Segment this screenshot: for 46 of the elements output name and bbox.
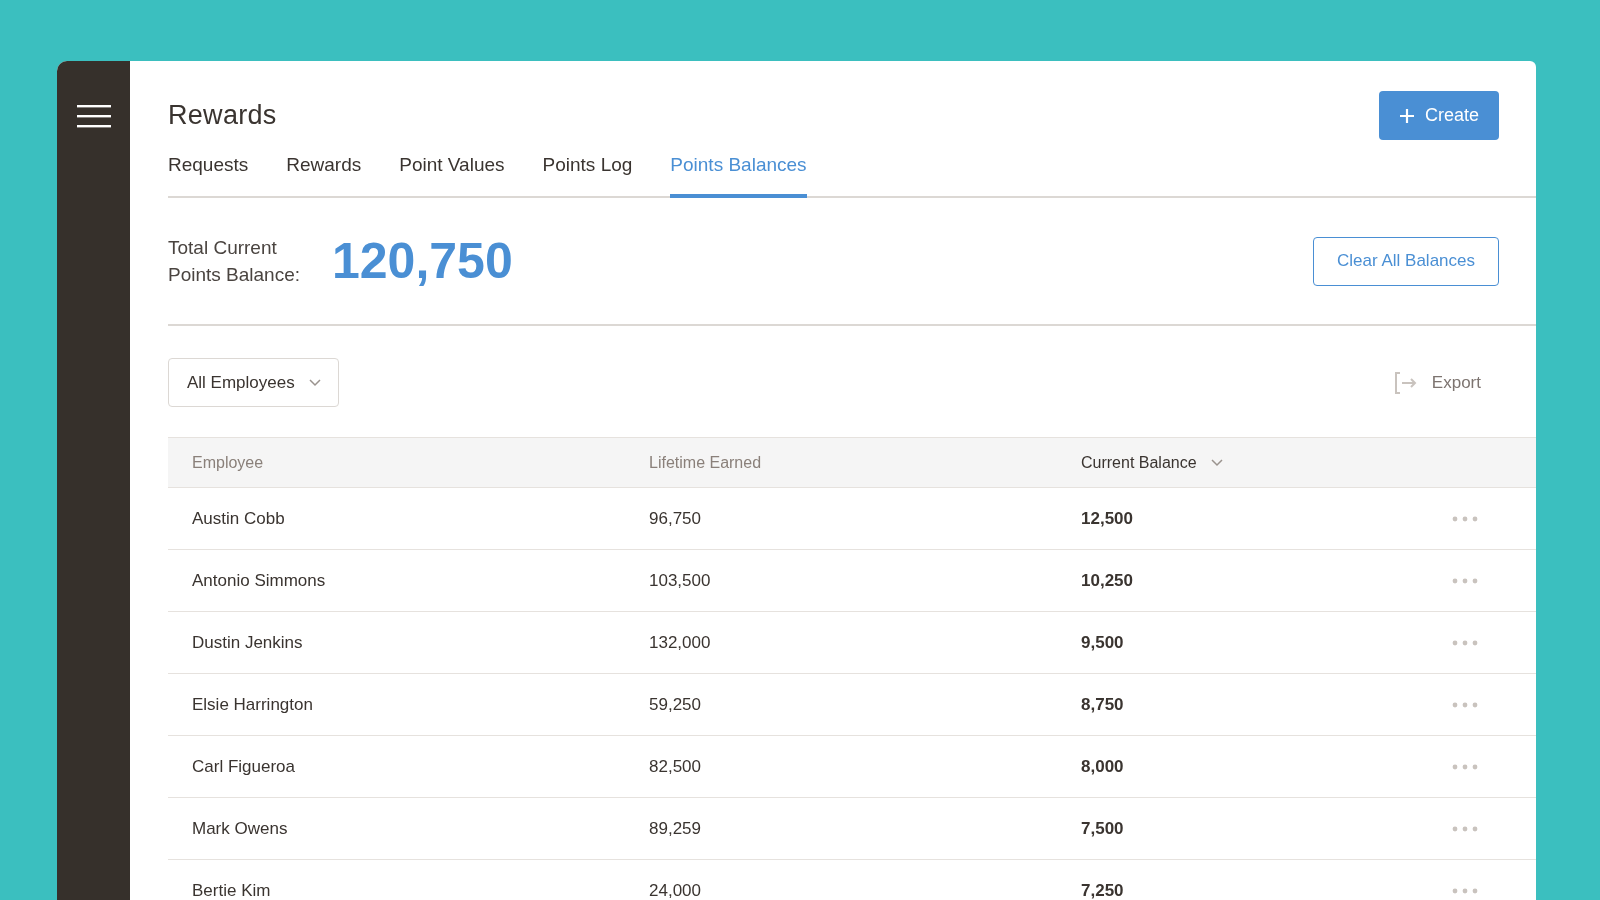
column-header[interactable]: Current Balance: [1081, 453, 1223, 472]
menu-icon[interactable]: [76, 104, 111, 128]
more-options-icon[interactable]: [1452, 639, 1478, 646]
sort-caret-icon: [1210, 458, 1223, 467]
page-title: Rewards: [168, 100, 277, 131]
total-label: Total Current Points Balance:: [168, 236, 302, 287]
employee-filter-dropdown[interactable]: All Employees: [168, 358, 339, 407]
table-cell-text: Austin Cobb: [192, 508, 286, 529]
table-cell-text: 132,000: [649, 632, 712, 653]
table-cell-text: Antonio Simmons: [192, 570, 327, 591]
chevron-down-icon: [308, 378, 321, 387]
table-cell-text: Carl Figueroa: [192, 756, 296, 777]
column-header[interactable]: Lifetime Earned: [649, 453, 762, 472]
table-cell-text: 10,250: [1081, 570, 1134, 591]
export-icon: [1393, 371, 1418, 394]
more-options-icon[interactable]: [1452, 577, 1478, 584]
table-cell-text: Mark Owens: [192, 818, 289, 839]
more-options-icon[interactable]: [1452, 763, 1478, 770]
export-button[interactable]: Export: [1393, 371, 1499, 394]
total-value: 120,750: [332, 232, 514, 290]
table-cell-text: 7,250: [1081, 880, 1125, 900]
tab[interactable]: Points Log: [542, 154, 633, 198]
table-cell-text: Bertie Kim: [192, 880, 272, 900]
column-header[interactable]: Employee: [192, 453, 264, 472]
table-cell-text: 12,500: [1081, 508, 1134, 529]
tab[interactable]: Points Balances: [670, 154, 807, 198]
table-cell-text: 82,500: [649, 756, 702, 777]
plus-icon: [1398, 107, 1415, 124]
table-cell-text: 7,500: [1081, 818, 1125, 839]
table-cell-text: 24,000: [649, 880, 702, 900]
tab[interactable]: Requests: [168, 154, 249, 198]
table-cell-text: 103,500: [649, 570, 712, 591]
table-cell-text: 8,000: [1081, 756, 1125, 777]
table-cell-text: 9,500: [1081, 632, 1125, 653]
tab[interactable]: Point Values: [399, 154, 505, 198]
table-cell-text: 89,259: [649, 818, 702, 839]
table-cell-text: 59,250: [649, 694, 702, 715]
table-cell-text: Dustin Jenkins: [192, 632, 304, 653]
table-cell-text: 8,750: [1081, 694, 1125, 715]
table-cell-text: 96,750: [649, 508, 702, 529]
more-options-icon[interactable]: [1452, 515, 1478, 522]
table-cell-text: Elsie Harrington: [192, 694, 314, 715]
more-options-icon[interactable]: [1452, 887, 1478, 894]
tab[interactable]: Rewards: [286, 154, 362, 198]
more-options-icon[interactable]: [1452, 701, 1478, 708]
more-options-icon[interactable]: [1452, 825, 1478, 832]
